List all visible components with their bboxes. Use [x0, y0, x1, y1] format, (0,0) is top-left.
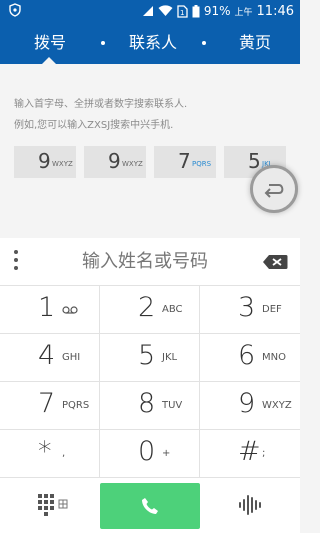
- status-bar: 1 91% 上午 11:46: [0, 0, 300, 22]
- phone-icon: [142, 498, 158, 514]
- clock: 11:46: [256, 3, 294, 19]
- search-hint-line-2: 例如,您可以输入ZXSJ搜索中兴手机.: [14, 120, 174, 131]
- shield-icon: [9, 3, 21, 17]
- search-hint-line-1: 输入首字母、全拼或者数字搜索联系人.: [14, 99, 188, 110]
- key-4[interactable]: 4 GHI: [0, 334, 100, 382]
- am-pm-label: 上午: [234, 7, 253, 18]
- key-6[interactable]: 6 MNO: [200, 334, 300, 382]
- voicemail-icon: [62, 306, 78, 314]
- back-arrow-icon: [264, 184, 284, 198]
- floating-back-button[interactable]: [250, 165, 298, 213]
- key-5[interactable]: 5 JKL: [100, 334, 200, 382]
- sim-icon: 1: [177, 4, 188, 18]
- example-key: 9 WXYZ: [84, 146, 146, 178]
- active-tab-indicator: [42, 57, 56, 64]
- key-2[interactable]: 2 ABC: [100, 286, 200, 334]
- example-key-sequence: 9 WXYZ 9 WXYZ 7 PQRS 5 JKL: [14, 146, 286, 178]
- call-button[interactable]: [100, 483, 200, 529]
- more-options-icon[interactable]: [13, 250, 19, 274]
- key-8[interactable]: 8 TUV: [100, 382, 200, 430]
- bottom-action-bar: [0, 478, 300, 533]
- tab-separator-dot: [101, 41, 105, 45]
- key-1[interactable]: 1: [0, 286, 100, 334]
- key-0[interactable]: 0 +: [100, 430, 200, 478]
- key-star[interactable]: *,: [0, 430, 100, 478]
- backspace-icon[interactable]: [262, 254, 288, 270]
- example-key: 9 WXYZ: [14, 146, 76, 178]
- battery-icon: [192, 4, 200, 17]
- battery-percent: 91%: [203, 4, 231, 18]
- wifi-icon: [158, 5, 173, 16]
- signal-icon: [142, 6, 153, 16]
- tab-contacts[interactable]: 联系人: [118, 22, 188, 64]
- key-3[interactable]: 3 DEF: [200, 286, 300, 334]
- key-9[interactable]: 9 WXYZ: [200, 382, 300, 430]
- keypad: 1 2 ABC 3 DEF 4 GHI 5 JKL 6 MNO 7 PQRS 8 TUV: [0, 286, 300, 478]
- tab-separator-dot: [202, 41, 206, 45]
- svg-text:1: 1: [180, 9, 184, 17]
- tab-yellow-pages[interactable]: 黄页: [225, 22, 285, 64]
- dialpad-grid-icon[interactable]: [38, 494, 68, 516]
- example-key: 7 PQRS: [154, 146, 216, 178]
- number-input[interactable]: 输入姓名或号码: [40, 238, 250, 286]
- tab-bar: 拨号 联系人 黄页: [0, 22, 300, 64]
- number-input-row: 输入姓名或号码: [0, 238, 300, 286]
- dialer-panel: 输入姓名或号码 1 2ABC 3DEF 4GHI 5JKL 6MNO: [0, 238, 300, 533]
- key-7[interactable]: 7 PQRS: [0, 382, 100, 430]
- voice-wave-icon[interactable]: [238, 494, 262, 516]
- key-hash[interactable]: #;: [200, 430, 300, 478]
- status-icons: 1 91% 上午 11:46: [142, 3, 294, 19]
